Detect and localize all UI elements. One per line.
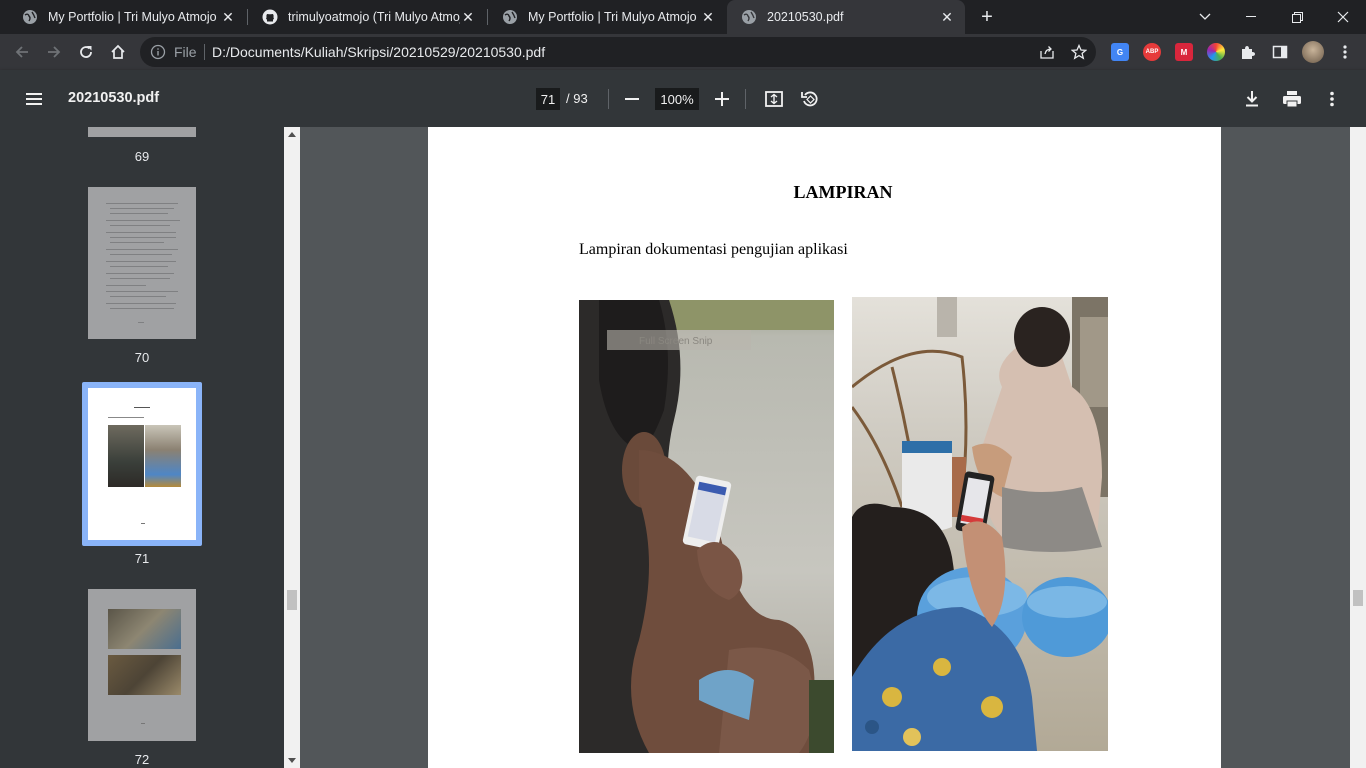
close-tab-icon[interactable]: ✕: [939, 9, 955, 25]
tab-title: My Portfolio | Tri Mulyo Atmojo: [528, 10, 697, 24]
thumbnail-sidebar: 69 70 71 72: [0, 127, 284, 768]
home-icon: [111, 44, 125, 59]
extensions-puzzle-icon[interactable]: [1239, 43, 1257, 61]
thumbnail-label: 71: [134, 551, 150, 566]
more-actions-kebab-icon[interactable]: [1320, 87, 1344, 111]
new-tab-button[interactable]: +: [976, 6, 998, 28]
adblock-plus-extension-icon[interactable]: ABP: [1143, 43, 1161, 61]
close-tab-icon[interactable]: ✕: [220, 9, 236, 25]
forward-button[interactable]: [40, 38, 68, 66]
pdf-filename: 20210530.pdf: [68, 90, 160, 106]
download-icon: [1246, 91, 1258, 107]
address-bar[interactable]: File D:/Documents/Kuliah/Skripsi/2021052…: [140, 37, 1096, 67]
browser-tab-3[interactable]: My Portfolio | Tri Mulyo Atmojo ✕: [488, 0, 726, 34]
side-panel-icon[interactable]: [1271, 43, 1289, 61]
print-icon: [1283, 91, 1301, 108]
pdf-viewer[interactable]: LAMPIRAN Lampiran dokumentasi pengujian …: [300, 127, 1350, 768]
close-window-button[interactable]: [1320, 0, 1366, 34]
scroll-down-arrow-icon[interactable]: [288, 758, 296, 763]
browser-menu-kebab-icon[interactable]: [1336, 43, 1354, 61]
info-icon[interactable]: [150, 44, 166, 60]
restore-button[interactable]: [1274, 0, 1320, 34]
tab-search-chevron-icon[interactable]: [1182, 0, 1228, 34]
home-button[interactable]: [104, 38, 132, 66]
mendeley-extension-icon[interactable]: M: [1175, 43, 1193, 61]
print-button[interactable]: [1280, 87, 1304, 111]
zoom-level-input[interactable]: 100%: [655, 88, 699, 110]
browser-tab-1[interactable]: My Portfolio | Tri Mulyo Atmojo ✕: [8, 0, 246, 34]
reload-button[interactable]: [72, 38, 100, 66]
color-picker-extension-icon[interactable]: [1207, 43, 1225, 61]
thumbnail-page-72[interactable]: [88, 589, 196, 741]
profile-avatar[interactable]: [1302, 41, 1324, 63]
scrollbar-thumb[interactable]: [1353, 590, 1363, 606]
browser-tab-active[interactable]: 20210530.pdf ✕: [727, 0, 965, 34]
browser-tab-2[interactable]: trimulyoatmojo (Tri Mulyo Atmojo) ✕: [248, 0, 486, 34]
page-heading: LAMPIRAN: [793, 182, 893, 202]
pdf-toolbar: 20210530.pdf 71 / 93 100%: [0, 70, 1366, 127]
thumbnail-page-71[interactable]: [88, 388, 196, 540]
download-button[interactable]: [1240, 87, 1264, 111]
page-total: / 93: [566, 91, 588, 106]
scheme-label: File: [174, 44, 197, 60]
tab-title: My Portfolio | Tri Mulyo Atmojo: [48, 10, 217, 24]
fit-page-icon: [765, 91, 783, 107]
rotate-counterclockwise-icon: [801, 91, 818, 107]
viewer-scrollbar[interactable]: [1350, 127, 1366, 768]
rotate-button[interactable]: [798, 87, 822, 111]
forward-arrow-icon: [48, 46, 61, 58]
photo-user-testing-1: Full Screen Snip: [579, 300, 834, 753]
thumbnail-label: 72: [134, 752, 150, 767]
omnibox-divider: [204, 44, 205, 60]
globe-icon: [22, 9, 38, 25]
close-tab-icon[interactable]: ✕: [700, 9, 716, 25]
close-tab-icon[interactable]: ✕: [460, 9, 476, 25]
globe-icon: [741, 9, 757, 25]
tab-title: 20210530.pdf: [767, 10, 844, 24]
reload-icon: [80, 46, 92, 58]
globe-icon: [502, 9, 518, 25]
page-number-input[interactable]: 71: [536, 88, 560, 110]
bookmark-star-icon[interactable]: [1070, 43, 1088, 61]
screen-snip-overlay-text: Full Screen Snip: [639, 336, 713, 347]
thumbnail-label: 70: [134, 350, 150, 365]
thumbnail-page-69[interactable]: [88, 127, 196, 137]
back-button[interactable]: [8, 38, 36, 66]
back-arrow-icon: [15, 46, 28, 58]
scroll-up-arrow-icon[interactable]: [288, 132, 296, 137]
sidebar-scrollbar[interactable]: [284, 127, 300, 768]
photo-user-testing-2: [852, 297, 1108, 751]
toolbar-divider: [608, 89, 609, 109]
fit-to-page-button[interactable]: [762, 87, 786, 111]
url-text[interactable]: D:/Documents/Kuliah/Skripsi/20210529/202…: [212, 44, 545, 60]
github-icon: [262, 9, 278, 25]
page-caption: Lampiran dokumentasi pengujian aplikasi: [579, 241, 848, 258]
browser-toolbar: File D:/Documents/Kuliah/Skripsi/2021052…: [0, 34, 1366, 70]
thumbnail-page-70[interactable]: [88, 187, 196, 339]
tab-title: trimulyoatmojo (Tri Mulyo Atmojo): [288, 10, 460, 24]
thumbnail-label: 69: [134, 149, 150, 164]
google-translate-extension-icon[interactable]: G: [1111, 43, 1129, 61]
zoom-in-button[interactable]: [710, 87, 734, 111]
scrollbar-thumb[interactable]: [287, 590, 297, 610]
zoom-out-button[interactable]: [620, 87, 644, 111]
tab-strip: My Portfolio | Tri Mulyo Atmojo ✕ trimul…: [0, 0, 1366, 34]
pdf-page: LAMPIRAN Lampiran dokumentasi pengujian …: [428, 127, 1221, 768]
minimize-button[interactable]: [1228, 0, 1274, 34]
share-icon[interactable]: [1038, 43, 1056, 61]
sidebar-menu-icon[interactable]: [22, 87, 46, 111]
toolbar-divider: [745, 89, 746, 109]
